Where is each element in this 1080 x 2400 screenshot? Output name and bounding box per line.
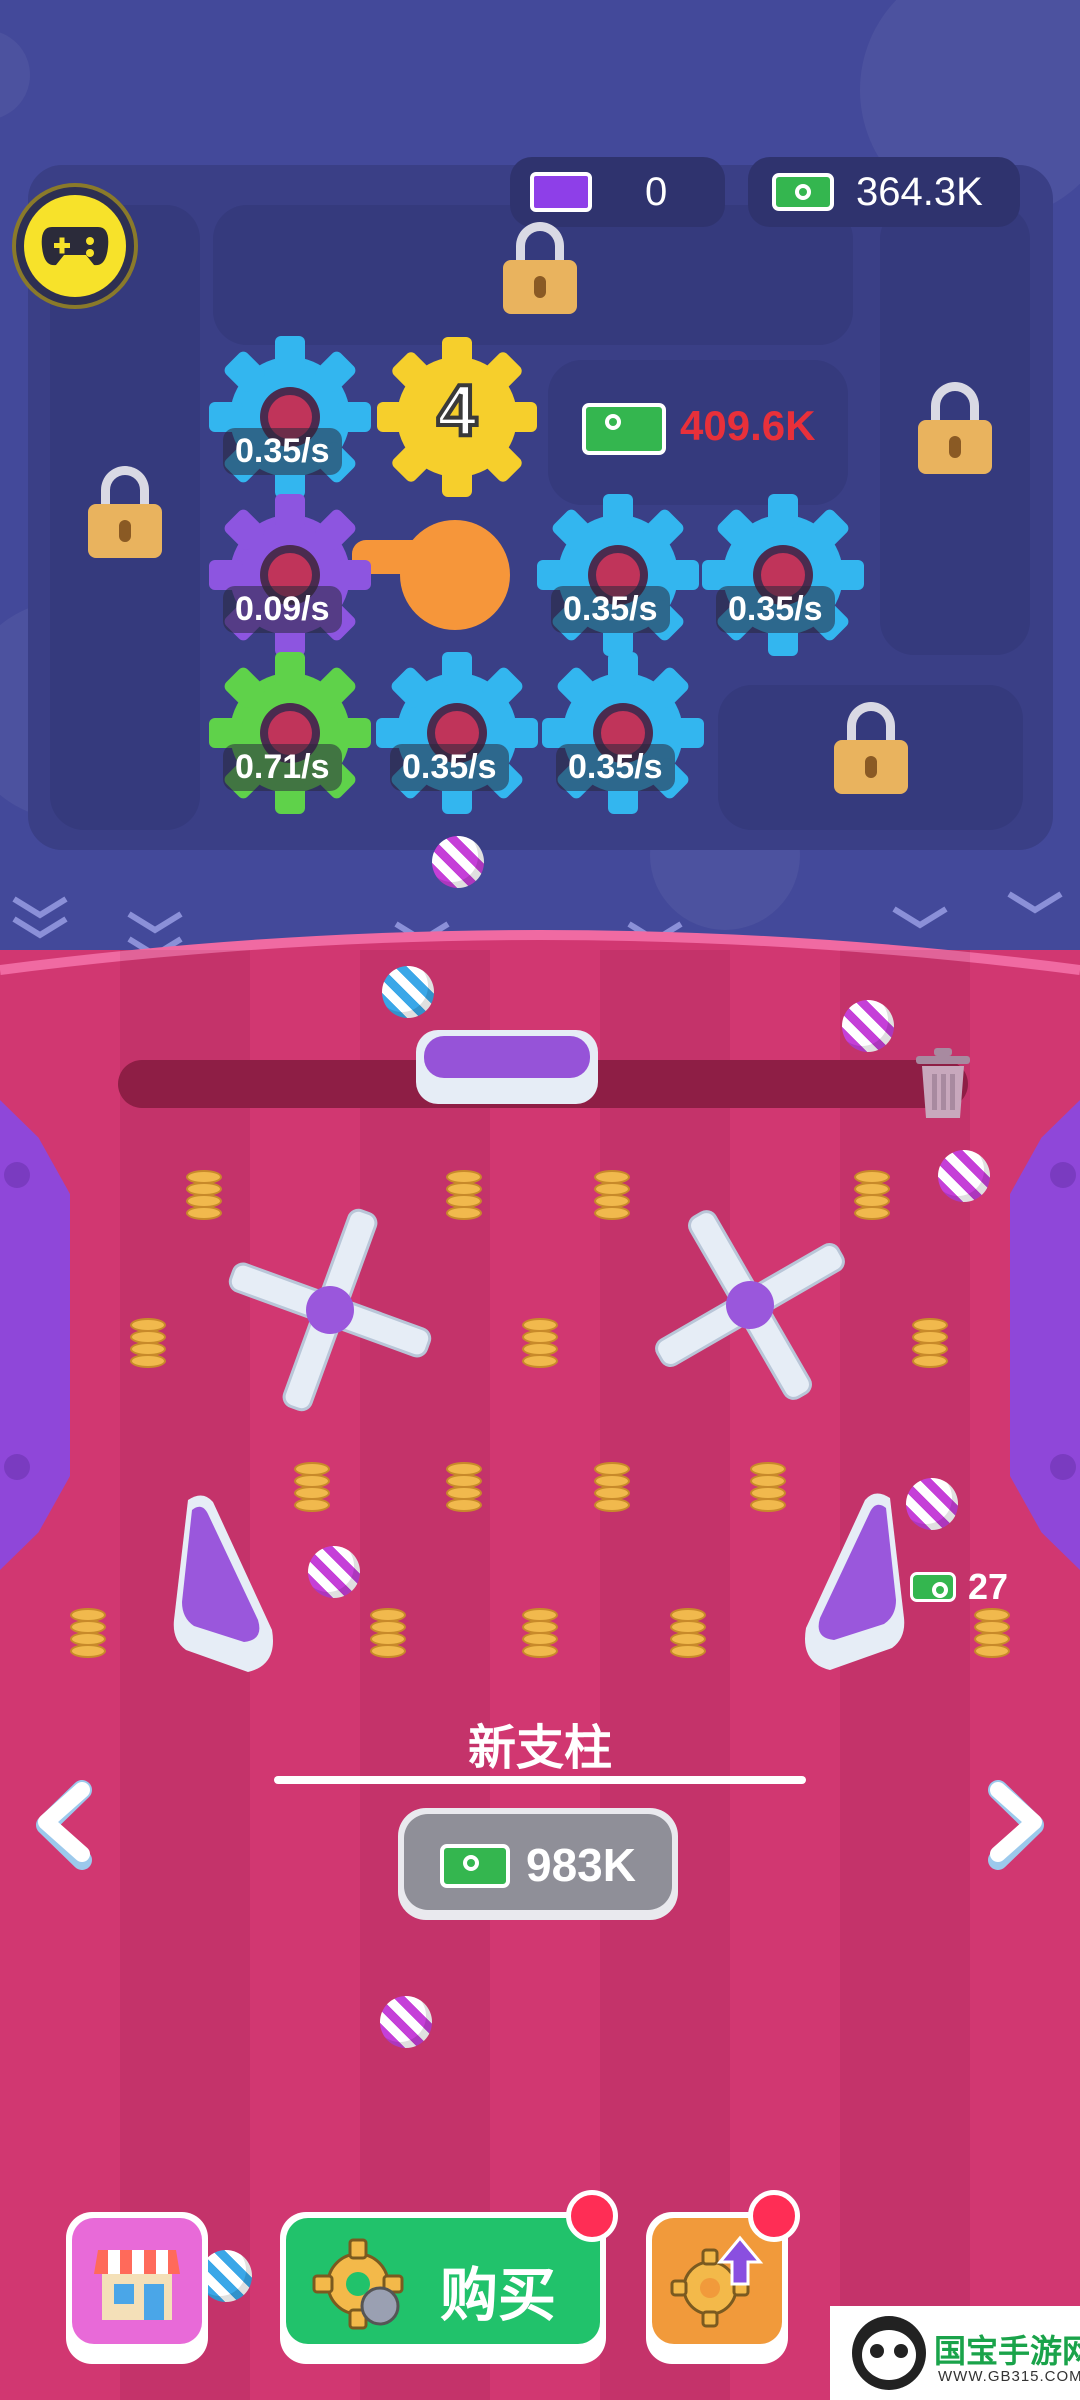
gold-peg <box>128 1318 168 1372</box>
cash-icon <box>910 1572 956 1602</box>
divider <box>274 1776 806 1784</box>
watermark-name: 国宝手游网 <box>934 2332 1080 2370</box>
background-bubble <box>0 30 30 120</box>
notification-dot <box>748 2190 800 2242</box>
gold-peg <box>520 1608 560 1662</box>
cash-icon <box>440 1844 510 1888</box>
gear-rate: 0.35/s <box>716 586 835 633</box>
side-reward-value: 27 <box>968 1566 1009 1607</box>
gear-icon <box>209 652 371 814</box>
chevron-left-icon[interactable] <box>32 1780 102 1870</box>
upgrade-arrow-icon <box>670 2235 764 2328</box>
gear-generator[interactable]: 0.35/s <box>698 490 868 660</box>
gold-peg <box>748 1462 788 1516</box>
gear-icon <box>209 336 371 498</box>
gear-icon <box>209 494 371 656</box>
chevron-right-icon[interactable] <box>978 1780 1048 1870</box>
gold-peg <box>592 1462 632 1516</box>
gear-icon <box>702 494 864 656</box>
buy-button[interactable]: 购买 <box>280 2190 618 2364</box>
gear-icon <box>542 652 704 814</box>
gear-connector-hub <box>400 520 510 630</box>
shop-icon <box>94 2250 180 2320</box>
merge-gear[interactable]: 4 <box>372 332 542 502</box>
gold-peg <box>444 1170 484 1224</box>
gold-peg <box>292 1462 332 1516</box>
bolt <box>4 1454 30 1480</box>
watermark: 国宝手游网 WWW.GB315.COM <box>830 2306 1080 2400</box>
tickets-counter: 0 <box>510 157 725 227</box>
spinner <box>228 1208 432 1412</box>
pinball-field <box>0 930 1080 2400</box>
ball <box>906 1478 958 1530</box>
ball <box>380 1996 432 2048</box>
panda-logo <box>852 2316 926 2390</box>
watermark-url: WWW.GB315.COM <box>938 2368 1080 2385</box>
ball <box>308 1546 360 1598</box>
ticket-icon <box>530 172 592 212</box>
shop-button[interactable] <box>66 2212 208 2364</box>
upgrade-button[interactable] <box>646 2190 800 2364</box>
gear-rate: 0.71/s <box>223 744 342 791</box>
right-flipper[interactable] <box>800 1488 910 1688</box>
gear-generator[interactable]: 0.35/s <box>205 332 375 502</box>
bolt <box>4 1162 30 1188</box>
gear-generator[interactable]: 0.71/s <box>205 648 375 818</box>
gear-icon <box>376 652 538 814</box>
gold-peg <box>668 1608 708 1662</box>
gamepad-icon <box>41 227 109 266</box>
buy-label: 购买 <box>440 2261 557 2329</box>
generator-board-area: 0 364.3K 4 409.6K 0.35/s 0.09/s 0.35/s 0.35… <box>0 0 1080 960</box>
gear-generator[interactable]: 0.35/s <box>533 490 703 660</box>
gear-rate: 0.35/s <box>223 428 342 475</box>
lock-icon <box>88 466 162 558</box>
cash-counter: 364.3K <box>748 157 1020 227</box>
lock-icon <box>834 702 908 794</box>
gamepad-button[interactable] <box>12 183 138 309</box>
field-stripe <box>360 950 490 2400</box>
bolt <box>1050 1162 1076 1188</box>
ball <box>382 966 434 1018</box>
cash-icon <box>772 173 834 211</box>
bolt <box>1050 1454 1076 1480</box>
spinner <box>655 1210 845 1400</box>
gold-peg <box>592 1170 632 1224</box>
gear-rate: 0.09/s <box>223 586 342 633</box>
gear-generator[interactable]: 0.09/s <box>205 490 375 660</box>
merge-level: 4 <box>435 369 479 453</box>
gear-rate: 0.35/s <box>556 744 675 791</box>
gear-rate: 0.35/s <box>551 586 670 633</box>
lock-icon <box>918 382 992 474</box>
ball <box>938 1150 990 1202</box>
gear-icon <box>537 494 699 656</box>
gear-generator[interactable]: 0.35/s <box>372 648 542 818</box>
upgrade-price: 983K <box>526 1839 636 1891</box>
gold-peg <box>972 1608 1012 1662</box>
gear-rate: 0.35/s <box>390 744 509 791</box>
left-flipper[interactable] <box>168 1490 278 1690</box>
ball <box>842 1000 894 1052</box>
gold-peg <box>368 1608 408 1662</box>
upgrade-title: 新支柱 <box>467 1720 612 1776</box>
field-stripe <box>600 950 730 2400</box>
merge-price: 409.6K <box>680 402 816 449</box>
gold-peg <box>184 1170 224 1224</box>
gold-peg <box>444 1462 484 1516</box>
notification-dot <box>566 2190 618 2242</box>
trash-icon[interactable] <box>912 1046 974 1122</box>
gear-generator[interactable]: 0.35/s <box>538 648 708 818</box>
gold-peg <box>910 1318 950 1372</box>
launcher-paddle[interactable] <box>416 1030 598 1104</box>
gold-peg <box>520 1318 560 1372</box>
cash-icon <box>582 403 666 455</box>
cash-value: 364.3K <box>856 169 983 214</box>
gold-peg <box>68 1608 108 1662</box>
upgrade-price-button[interactable]: 983K <box>398 1808 678 1920</box>
tickets-value: 0 <box>645 169 668 214</box>
lock-icon <box>503 222 577 314</box>
ball <box>432 836 484 888</box>
gear-icon <box>312 2238 404 2330</box>
